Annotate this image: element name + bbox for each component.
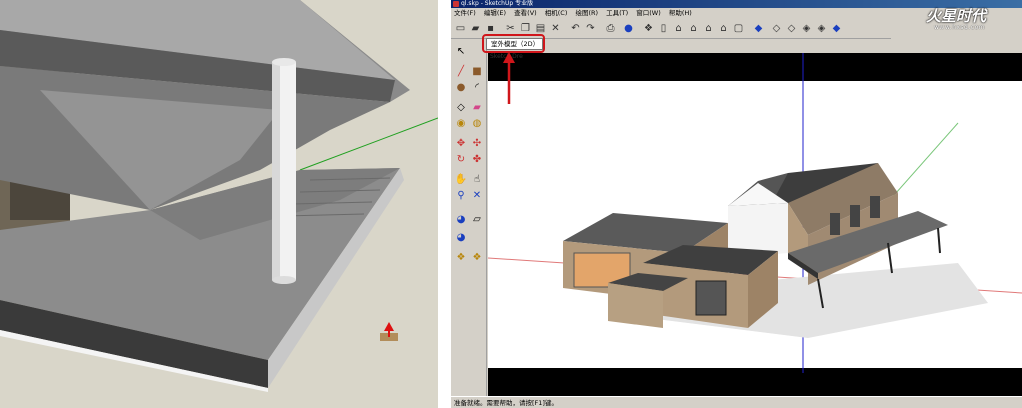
zoom-extents-icon[interactable]: ⚲ [454,188,468,202]
scene-tab-highlight [482,34,545,53]
undo-icon[interactable]: ↶ [568,21,583,36]
redo-icon[interactable]: ↷ [583,21,598,36]
front-view-icon[interactable]: ◇ [784,21,799,36]
globe-icon[interactable]: ✕ [470,188,484,202]
push-pull-icon[interactable]: ◍ [470,116,484,130]
arc-icon[interactable]: ◜ [470,80,484,94]
zoom-icon[interactable]: ☝ [470,172,484,186]
move-icon[interactable]: ✥ [454,136,468,150]
door-icon[interactable]: ▯ [656,21,671,36]
window-title: ql.skp - SketchUp 专业版 [461,0,534,7]
house-front-icon[interactable]: ⌂ [686,21,701,36]
top-view-icon[interactable]: ◇ [769,21,784,36]
closeup-scene [0,0,438,408]
status-bar: 准备就绪。需要帮助，请按[F1]键。 [451,396,1022,408]
menu-draw[interactable]: 绘图(R) [572,8,601,19]
back-view-icon[interactable]: ◈ [814,21,829,36]
print-icon[interactable]: ⎙ [603,21,618,36]
orbit-icon[interactable]: ✤ [470,152,484,166]
menu-camera[interactable]: 相机(C) [542,8,571,19]
pencil-icon[interactable]: ╱ [454,64,468,78]
annotation-arrow-icon [503,52,515,104]
menu-tools[interactable]: 工具(T) [603,8,631,19]
erase-icon[interactable]: ✕ [548,21,563,36]
paint-icon[interactable]: ▰ [470,100,484,114]
menu-help[interactable]: 帮助(H) [666,8,695,19]
open-icon[interactable]: ▰ [468,21,483,36]
info-icon[interactable]: ● [621,21,636,36]
menu-file[interactable]: 文件(F) [451,8,479,19]
look-icon[interactable]: ❖ [454,250,468,264]
circle-icon[interactable]: ● [454,80,468,94]
eraser-icon[interactable]: ◇ [454,100,468,114]
offset-icon[interactable]: ↻ [454,152,468,166]
iso-view-icon[interactable]: ◆ [751,21,766,36]
menu-window[interactable]: 窗口(W) [633,8,664,19]
model-viewport[interactable] [487,53,1022,396]
house-icon[interactable]: ⌂ [671,21,686,36]
menu-view[interactable]: 查看(V) [511,8,540,19]
sketchup-window: ql.skp - SketchUp 专业版 文件(F) 编辑(E) 查看(V) … [451,0,1022,408]
watermark-logo: 火星时代 [926,7,987,25]
house-back-icon[interactable]: ⌂ [716,21,731,36]
closeup-render [0,0,438,408]
app-icon [453,1,459,7]
photo-icon[interactable]: ▱ [470,212,484,226]
house-side-icon[interactable]: ⌂ [701,21,716,36]
walk-icon[interactable]: ◕ [454,230,468,244]
component-icon[interactable]: ❖ [641,21,656,36]
position-camera-icon[interactable]: ❖ [470,250,484,264]
right-view-icon[interactable]: ◈ [799,21,814,36]
site-watermark: 火星时代 www.hxsd.com [926,5,1020,39]
color-globe-icon[interactable]: ◕ [454,212,468,226]
watermark-url: www.hxsd.com [934,24,986,31]
rotate-icon[interactable]: ✣ [470,136,484,150]
rectangle-icon[interactable]: ■ [470,64,484,78]
select-icon[interactable]: ↖ [454,44,468,58]
house-model [487,53,1022,396]
left-view-icon[interactable]: ◆ [829,21,844,36]
window-icon[interactable]: ▢ [731,21,746,36]
pan-icon[interactable]: ✋ [454,172,468,186]
menu-edit[interactable]: 编辑(E) [481,8,509,19]
new-icon[interactable]: ▭ [453,21,468,36]
tools-toolbar: ↖ ╱ ■ ● ◜ ◇ ▰ ◉ ◍ ✥ ✣ ↻ ✤ ✋ ☝ ⚲ ✕ ◕ ▱ ◕ … [451,40,487,396]
tape-icon[interactable]: ◉ [454,116,468,130]
